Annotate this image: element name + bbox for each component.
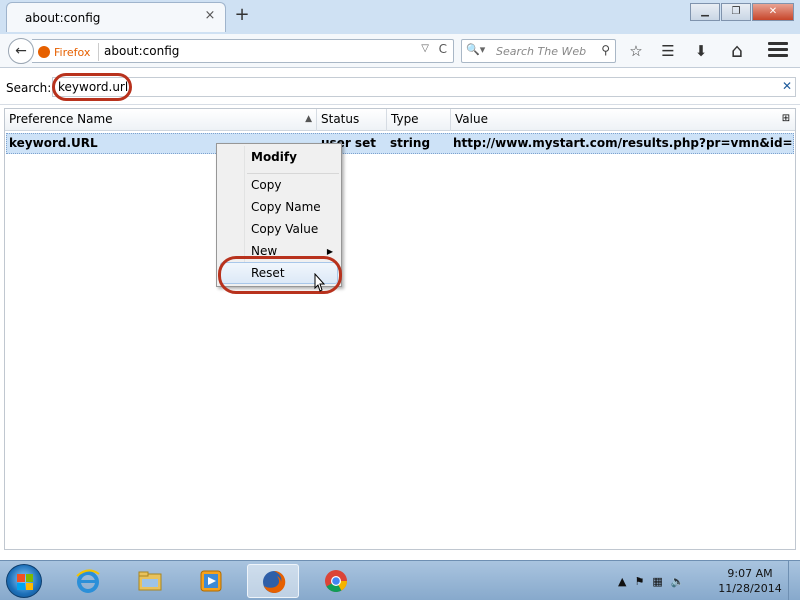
tab-close-icon[interactable]: × bbox=[201, 7, 219, 25]
menu-item-copy-name[interactable]: Copy Name bbox=[251, 200, 321, 214]
menu-item-modify[interactable]: Modify bbox=[251, 150, 297, 164]
taskbar-firefox[interactable] bbox=[247, 564, 299, 598]
pref-value-cell: http://www.mystart.com/results.php?pr=vm… bbox=[453, 136, 793, 150]
search-go-icon[interactable]: ⚲ bbox=[601, 43, 610, 57]
tab-strip: about:config × + ▁ ❐ ✕ bbox=[0, 0, 800, 34]
context-menu: Modify Copy Copy Name Copy Value New ▶ R… bbox=[216, 143, 342, 287]
minimize-button[interactable]: ▁ bbox=[690, 3, 720, 21]
clear-search-icon[interactable]: ✕ bbox=[782, 79, 792, 93]
action-center-icon[interactable]: ⚑ bbox=[634, 575, 644, 588]
navigation-toolbar: Firefox about:config ▽ C ← 🔍▾ Search The… bbox=[0, 34, 800, 68]
menu-item-new[interactable]: New bbox=[251, 244, 277, 258]
taskbar-chrome[interactable] bbox=[310, 564, 362, 598]
tab-about-config[interactable]: about:config × bbox=[6, 2, 226, 32]
column-label: Preference Name bbox=[9, 112, 113, 126]
url-text[interactable]: about:config bbox=[104, 44, 179, 58]
url-bar[interactable]: Firefox about:config ▽ C bbox=[32, 39, 454, 63]
config-search-value[interactable]: keyword.url bbox=[58, 80, 128, 94]
taskbar-clock[interactable]: 9:07 AM 11/28/2014 bbox=[716, 566, 784, 596]
back-button[interactable]: ← bbox=[8, 38, 34, 64]
column-picker-icon[interactable]: ⊞ bbox=[779, 112, 793, 126]
home-icon[interactable]: ⌂ bbox=[726, 40, 748, 62]
history-dropdown-icon[interactable]: ▽ bbox=[421, 43, 429, 54]
tray-expand-icon[interactable]: ▲ bbox=[618, 575, 626, 588]
column-label: Status bbox=[321, 112, 360, 126]
identity-box[interactable]: Firefox bbox=[38, 44, 90, 60]
submenu-arrow-icon: ▶ bbox=[326, 247, 333, 256]
preferences-table: Preference Name ▲ Status Type Value ⊞ ke… bbox=[4, 108, 796, 550]
new-tab-button[interactable]: + bbox=[232, 6, 252, 26]
tab-title: about:config bbox=[25, 11, 101, 25]
system-tray: ▲ ⚑ ▦ 🔈 bbox=[618, 571, 692, 591]
reload-icon[interactable]: C bbox=[439, 42, 447, 56]
taskbar-media-player[interactable] bbox=[185, 564, 237, 598]
table-row[interactable]: keyword.URL user set string http://www.m… bbox=[6, 133, 794, 154]
close-window-button[interactable]: ✕ bbox=[752, 3, 794, 21]
firefox-window: about:config × + ▁ ❐ ✕ Firefox about:con… bbox=[0, 0, 800, 600]
url-separator bbox=[98, 43, 99, 61]
maximize-button[interactable]: ❐ bbox=[721, 3, 751, 21]
taskbar-file-explorer[interactable] bbox=[124, 564, 176, 598]
firefox-icon bbox=[38, 46, 50, 58]
firefox-icon bbox=[263, 570, 286, 593]
clock-date: 11/28/2014 bbox=[718, 582, 782, 595]
column-label: Type bbox=[391, 112, 419, 126]
start-button[interactable] bbox=[6, 564, 42, 598]
column-value[interactable]: Value bbox=[451, 109, 777, 131]
chrome-icon bbox=[325, 570, 347, 592]
mouse-cursor-icon bbox=[314, 273, 326, 292]
star-icon[interactable]: ☆ bbox=[625, 40, 647, 62]
windows-taskbar: ▲ ⚑ ▦ 🔈 9:07 AM 11/28/2014 bbox=[0, 560, 800, 600]
volume-icon[interactable]: 🔈 bbox=[671, 575, 685, 588]
config-search-input[interactable]: keyword.url ✕ bbox=[52, 77, 796, 97]
window-controls: ▁ ❐ ✕ bbox=[690, 3, 794, 21]
column-status[interactable]: Status bbox=[317, 109, 387, 131]
network-icon[interactable]: ▦ bbox=[652, 575, 662, 588]
clock-time: 9:07 AM bbox=[727, 567, 773, 580]
menu-item-copy[interactable]: Copy bbox=[251, 178, 281, 192]
menu-icon[interactable] bbox=[768, 42, 788, 60]
config-search-bar: Search: keyword.url ✕ bbox=[0, 69, 800, 105]
web-search-box[interactable]: 🔍▾ Search The Web ⚲ bbox=[461, 39, 616, 63]
menu-separator bbox=[247, 173, 339, 174]
reading-list-icon[interactable]: ☰ bbox=[657, 40, 679, 62]
internet-explorer-icon bbox=[76, 569, 100, 593]
column-label: Value bbox=[455, 112, 488, 126]
folder-icon bbox=[138, 571, 162, 591]
column-preference-name[interactable]: Preference Name ▲ bbox=[5, 109, 317, 131]
pref-type-cell: string bbox=[390, 136, 431, 150]
config-search-label: Search: bbox=[6, 81, 52, 95]
table-header: Preference Name ▲ Status Type Value ⊞ bbox=[5, 109, 795, 131]
show-desktop-button[interactable] bbox=[788, 561, 800, 600]
menu-item-reset[interactable]: Reset bbox=[251, 266, 285, 280]
windows-logo-icon bbox=[17, 574, 33, 590]
column-type[interactable]: Type bbox=[387, 109, 451, 131]
sort-ascending-icon: ▲ bbox=[305, 114, 312, 124]
menu-item-copy-value[interactable]: Copy Value bbox=[251, 222, 318, 236]
identity-label: Firefox bbox=[54, 45, 91, 59]
media-player-icon bbox=[200, 570, 222, 592]
download-icon[interactable]: ⬇ bbox=[690, 40, 712, 62]
search-engine-icon[interactable]: 🔍▾ bbox=[466, 43, 485, 56]
search-placeholder[interactable]: Search The Web bbox=[496, 45, 586, 58]
taskbar-internet-explorer[interactable] bbox=[62, 564, 114, 598]
